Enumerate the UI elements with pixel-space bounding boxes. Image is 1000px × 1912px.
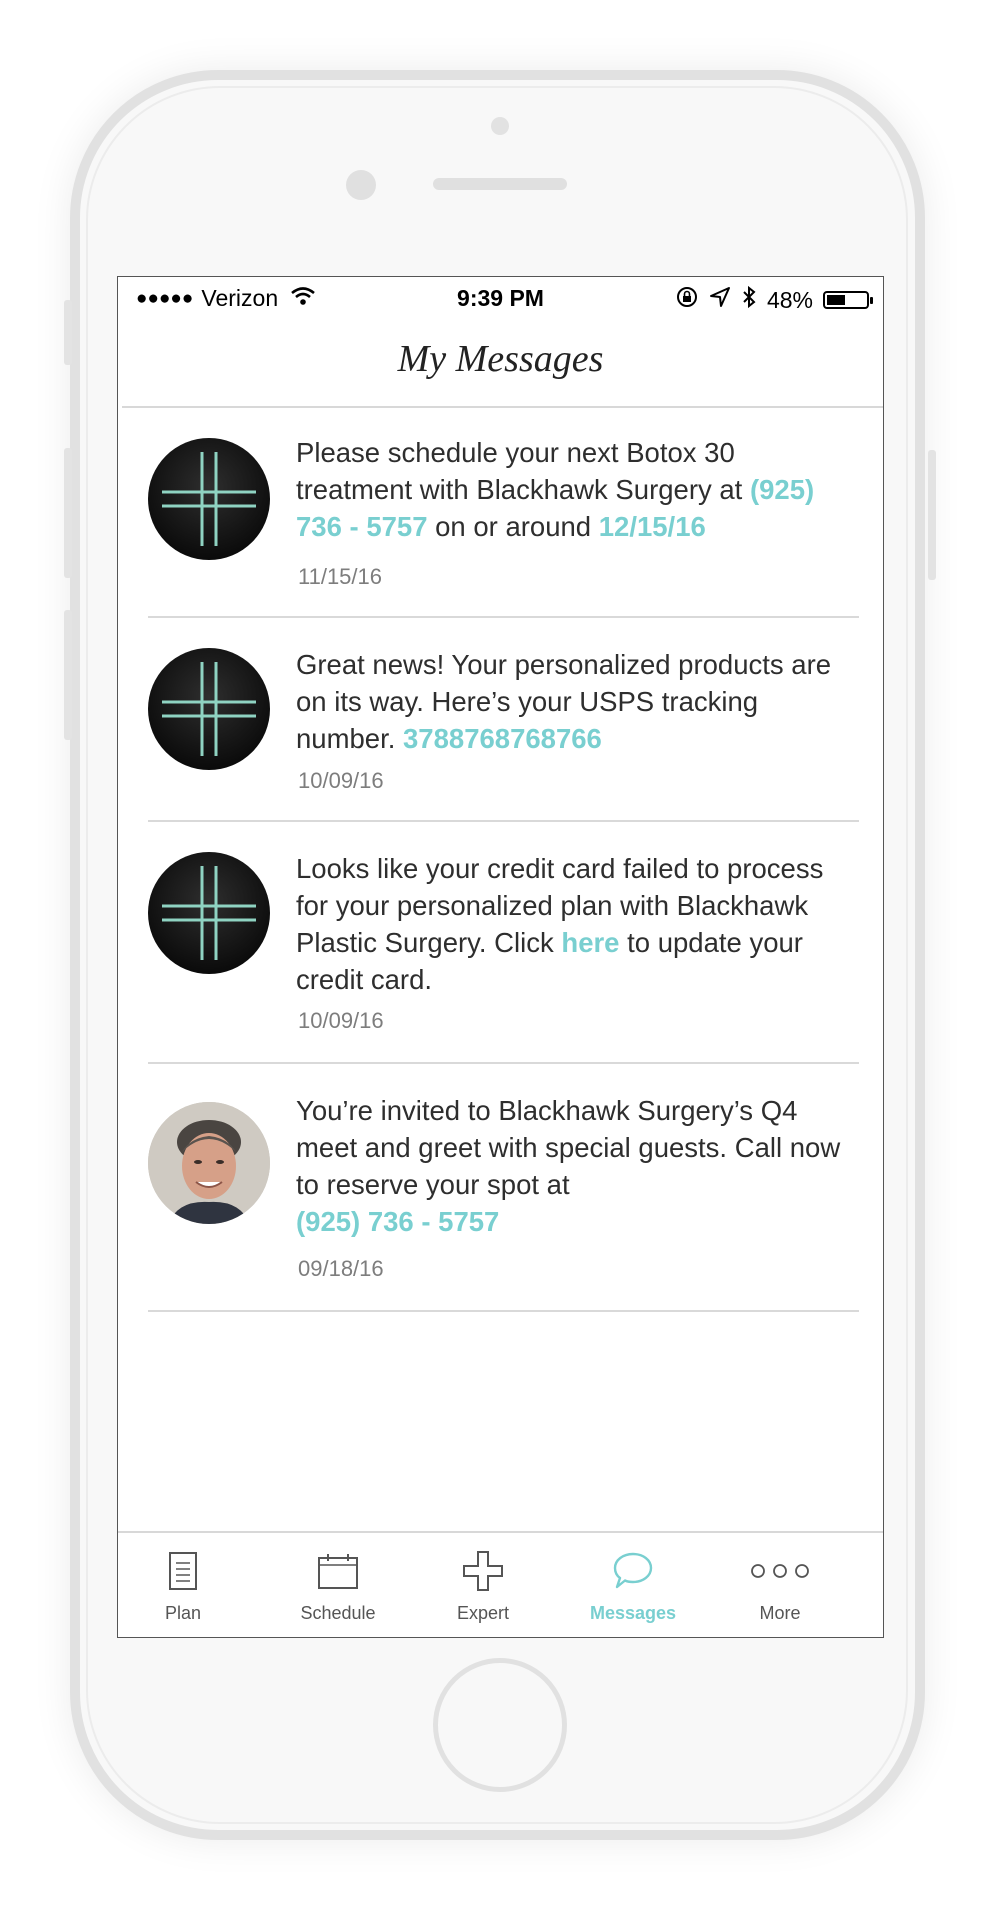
update-card-link[interactable]: here bbox=[561, 927, 619, 958]
calendar-icon bbox=[278, 1545, 398, 1597]
cross-icon bbox=[423, 1545, 543, 1597]
message-item[interactable]: Please schedule your next Botox 30 treat… bbox=[148, 408, 859, 618]
mute-switch bbox=[64, 300, 72, 365]
medical-cross-icon bbox=[162, 662, 256, 756]
message-date: 10/09/16 bbox=[298, 1008, 384, 1033]
screen: ●●●●● Verizon 9:39 PM 48% My Messages Pl… bbox=[117, 276, 884, 1638]
tracking-number-link[interactable]: 3788768768766 bbox=[403, 723, 602, 754]
bluetooth-icon bbox=[741, 285, 757, 315]
message-date: 10/09/16 bbox=[298, 768, 384, 793]
tab-bar: Plan Schedule Expert Messages More bbox=[118, 1531, 883, 1637]
message-item[interactable]: Looks like your credit card failed to pr… bbox=[148, 822, 859, 1064]
tab-label: Schedule bbox=[300, 1603, 376, 1623]
location-arrow-icon bbox=[709, 286, 731, 314]
date-link[interactable]: 12/15/16 bbox=[599, 511, 706, 542]
message-text: Great news! Your personalized products a… bbox=[296, 649, 832, 754]
tab-plan[interactable]: Plan bbox=[123, 1545, 243, 1624]
message-item[interactable]: You’re invited to Blackhawk Surgery’s Q4… bbox=[148, 1064, 859, 1312]
status-bar: ●●●●● Verizon 9:39 PM 48% bbox=[118, 277, 883, 319]
medical-cross-icon bbox=[162, 452, 256, 546]
volume-up-button bbox=[64, 448, 72, 578]
volume-down-button bbox=[64, 610, 72, 740]
message-date: 09/18/16 bbox=[298, 1256, 384, 1281]
message-text: Looks like your credit card failed to pr… bbox=[296, 853, 824, 995]
tab-messages[interactable]: Messages bbox=[573, 1545, 693, 1624]
message-text: You’re invited to Blackhawk Surgery’s Q4… bbox=[296, 1095, 841, 1237]
tab-more[interactable]: More bbox=[720, 1545, 840, 1624]
tab-expert[interactable]: Expert bbox=[423, 1545, 543, 1624]
clinic-logo-avatar bbox=[148, 438, 270, 560]
tab-label: More bbox=[759, 1603, 801, 1623]
home-button[interactable] bbox=[433, 1658, 567, 1792]
message-item[interactable]: Great news! Your personalized products a… bbox=[148, 618, 859, 822]
message-date: 11/15/16 bbox=[298, 564, 383, 589]
document-icon bbox=[123, 1545, 243, 1597]
tab-label: Plan bbox=[164, 1603, 202, 1623]
more-dots-icon bbox=[720, 1545, 840, 1597]
tab-label: Messages bbox=[589, 1603, 677, 1623]
proximity-sensor bbox=[491, 117, 509, 135]
message-text: Please schedule your next Botox 30 treat… bbox=[296, 437, 815, 542]
tab-label: Expert bbox=[456, 1603, 510, 1623]
tab-schedule[interactable]: Schedule bbox=[278, 1545, 398, 1624]
phone-link[interactable]: (925) 736 - 5757 bbox=[296, 1206, 499, 1237]
orientation-lock-icon bbox=[675, 285, 699, 315]
chat-bubble-icon bbox=[573, 1545, 693, 1597]
page-title: My Messages bbox=[397, 338, 604, 380]
doctor-portrait bbox=[148, 1102, 270, 1224]
doctor-photo-avatar bbox=[148, 1102, 270, 1224]
earpiece-speaker bbox=[433, 178, 567, 190]
clinic-logo-avatar bbox=[148, 852, 270, 974]
battery-percent: 48% bbox=[766, 286, 813, 313]
medical-cross-icon bbox=[162, 866, 256, 960]
battery-icon bbox=[823, 291, 873, 309]
clinic-logo-avatar bbox=[148, 648, 270, 770]
front-camera bbox=[346, 170, 376, 200]
power-button bbox=[928, 450, 936, 580]
